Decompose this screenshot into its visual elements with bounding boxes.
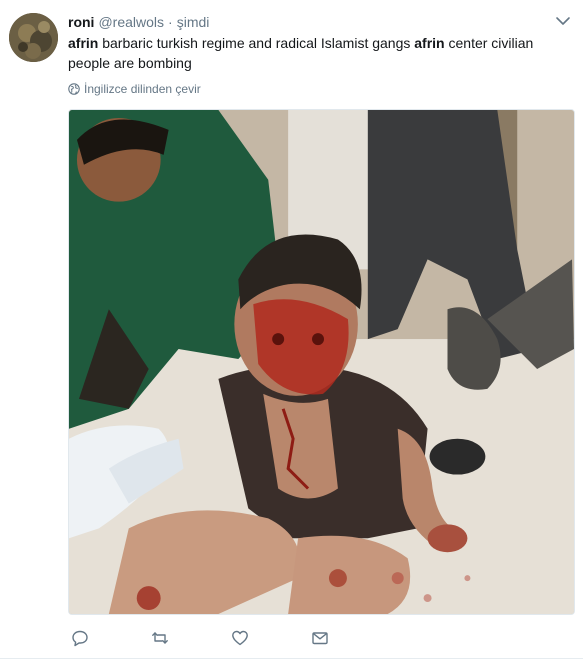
globe-icon (68, 83, 80, 95)
reply-icon[interactable] (71, 629, 89, 647)
retweet-icon[interactable] (151, 629, 169, 647)
envelope-icon[interactable] (311, 629, 329, 647)
tweet-header: roni @realwols · şimdi (68, 13, 209, 31)
translate-link[interactable]: İngilizce dilinden çevir (68, 81, 201, 97)
user-handle[interactable]: @realwols (98, 13, 164, 31)
timestamp[interactable]: şimdi (177, 13, 210, 31)
tweet-actions (68, 627, 329, 649)
tweet-text-segment: barbaric turkish regime and radical Isla… (98, 35, 415, 51)
translate-label[interactable]: İngilizce dilinden çevir (84, 82, 201, 96)
avatar[interactable] (9, 13, 58, 62)
hashtag-word: afrin (68, 35, 99, 51)
tweet-card[interactable]: roni @realwols · şimdi afrin barbaric tu… (0, 0, 583, 659)
heart-icon[interactable] (231, 629, 249, 647)
display-name[interactable]: roni (68, 13, 94, 31)
tweet-text: afrin barbaric turkish regime and radica… (68, 33, 558, 73)
tweet-photo[interactable] (68, 109, 575, 615)
separator-dot: · (168, 14, 173, 30)
chevron-down-icon[interactable] (555, 14, 571, 28)
hashtag-word: afrin (414, 35, 445, 51)
